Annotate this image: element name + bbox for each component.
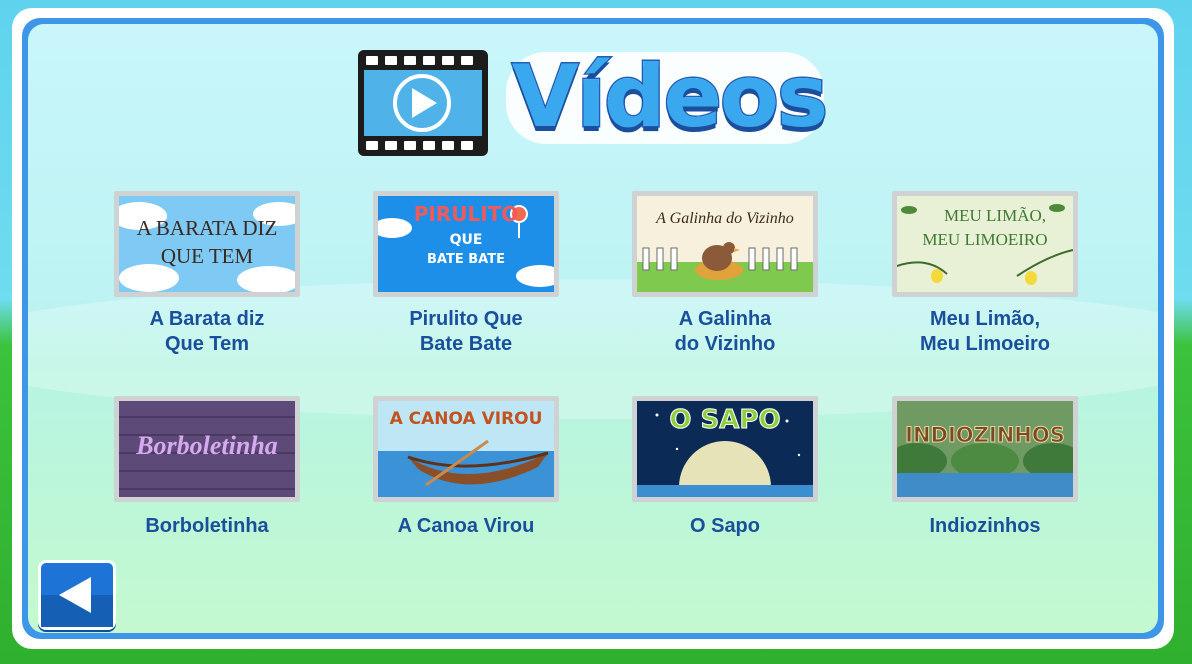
video-caption[interactable]: Pirulito Que Bate Bate <box>353 307 579 357</box>
video-caption[interactable]: O Sapo <box>612 514 838 539</box>
thumbnail-title-line1: O SAPO <box>669 405 781 436</box>
video-caption[interactable]: Meu Limão, Meu Limoeiro <box>872 307 1098 357</box>
back-arrow-icon[interactable] <box>41 563 113 627</box>
video-caption[interactable]: Indiozinhos <box>872 514 1098 539</box>
thumbnail-title-line2: QUE TEM <box>160 244 254 268</box>
thumbnail-title-line1: INDIOZINHOS <box>905 423 1066 448</box>
video-caption[interactable]: Borboletinha <box>94 514 320 539</box>
thumbnail-title-line1: MEU LIMÃO, <box>944 206 1046 225</box>
video-thumbnail[interactable]: MEU LIMÃO, MEU LIMOEIRO <box>892 191 1078 297</box>
video-caption[interactable]: A Canoa Virou <box>353 514 579 539</box>
video-thumbnail[interactable]: INDIOZINHOS <box>892 396 1078 502</box>
video-thumbnail[interactable]: A Galinha do Vizinho <box>632 191 818 297</box>
thumbnail-title-line2: QUE <box>449 232 483 248</box>
video-thumbnail[interactable]: PIRULITO QUE BATE BATE <box>373 191 559 297</box>
thumbnail-title-line1: Borboletinha <box>136 431 278 460</box>
film-play-icon <box>358 50 488 156</box>
video-caption[interactable]: A Galinha do Vizinho <box>612 307 838 357</box>
thumbnail-title-line2: MEU LIMOEIRO <box>922 230 1048 249</box>
video-thumbnail[interactable]: A BARATA DIZ QUE TEM <box>114 191 300 297</box>
video-thumbnail[interactable]: A CANOA VIROU <box>373 396 559 502</box>
thumbnail-title-line1: A BARATA DIZ <box>136 216 278 240</box>
thumbnail-title-line1: A CANOA VIROU <box>389 409 543 429</box>
thumbnail-title-line3: BATE BATE <box>427 252 505 267</box>
video-caption[interactable]: A Barata diz Que Tem <box>94 307 320 357</box>
forest-river-illustration <box>897 401 1073 497</box>
back-button[interactable] <box>38 560 116 630</box>
video-thumbnail[interactable]: O SAPO <box>632 396 818 502</box>
thumbnail-title-line1: PIRULITO <box>413 202 519 226</box>
thumbnail-title-line1: A Galinha do Vizinho <box>656 210 794 227</box>
page-title: Vídeos <box>510 46 829 149</box>
video-thumbnail[interactable]: Borboletinha <box>114 396 300 502</box>
